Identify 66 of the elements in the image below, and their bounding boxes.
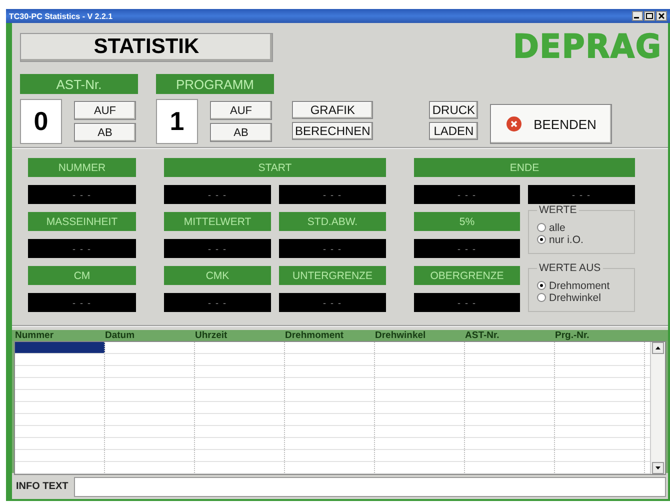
up-button[interactable]: AUF [74,101,136,120]
field-label: START [164,158,386,177]
close-icon [506,116,522,132]
down-button[interactable]: AB [210,123,272,142]
column-header[interactable]: Nummer [12,330,102,341]
up-button[interactable]: AUF [210,101,272,120]
counter-value: 1 [156,99,198,144]
radio-button[interactable] [537,293,546,302]
field-label: MITTELWERT [164,212,271,231]
action-button[interactable]: LADEN [429,122,478,140]
counter-value: 0 [20,99,62,144]
value-display: - - - [28,239,136,258]
info-field[interactable] [74,476,666,496]
column-header[interactable]: Prg.-Nr. [552,330,642,341]
column-header[interactable]: Datum [102,330,192,341]
value-display: - - - [164,239,271,258]
value-display: - - - [279,239,386,258]
scroll-down-icon[interactable] [652,462,664,474]
field-label: OBERGRENZE [414,266,520,285]
value-display: - - - [279,185,386,204]
column-header[interactable]: AST-Nr. [462,330,552,341]
column-header[interactable]: Drehwinkel [372,330,462,341]
field-label: CMK [164,266,271,285]
value-display: - - - [164,293,271,312]
value-display: - - - [414,239,520,258]
option-label: nur i.O. [549,234,584,246]
radio-button[interactable] [537,223,546,232]
down-button[interactable]: AB [74,123,136,142]
maximize-icon[interactable] [644,11,655,21]
table-cell[interactable] [15,342,105,353]
exit-button[interactable]: BEENDEN [490,104,612,144]
window-title: TC30-PC Statistics - V 2.2.1 [9,12,114,20]
counter-label: PROGRAMM [156,74,274,94]
value-display: - - - [414,293,520,312]
field-label: ENDE [414,158,635,177]
value-display: - - - [279,293,386,312]
field-label: UNTERGRENZE [279,266,386,285]
counter-label: AST-Nr. [20,74,138,94]
logo: DEPRAG [513,31,662,63]
column-header[interactable]: Drehmoment [282,330,372,341]
column-header[interactable]: Uhrzeit [192,330,282,341]
minimize-icon[interactable] [632,11,643,21]
option-label: Drehmoment [549,280,610,292]
field-label: 5% [414,212,520,231]
radio-button[interactable] [537,281,546,290]
option-label: alle [549,222,566,234]
field-label: MASSEINHEIT [28,212,136,231]
info-label: INFO TEXT [16,481,68,492]
close-icon[interactable] [656,11,667,21]
field-label: STD.ABW. [279,212,386,231]
scroll-up-icon[interactable] [652,342,664,354]
value-display: - - - [414,185,520,204]
group-title: WERTE [538,204,578,216]
field-label: CM [28,266,136,285]
radio-button[interactable] [537,235,546,244]
action-button[interactable]: GRAFIK [292,101,374,119]
group-title: WERTE AUS [538,262,602,274]
value-display: - - - [164,185,271,204]
option-label: Drehwinkel [549,292,601,304]
action-button[interactable]: BERECHNEN [292,122,374,140]
value-display: - - - [28,293,136,312]
title-banner: STATISTIK [20,32,273,62]
field-label: NUMMER [28,158,136,177]
value-display: - - - [528,185,635,204]
action-button[interactable]: DRUCK [429,101,478,119]
value-display: - - - [28,185,136,204]
